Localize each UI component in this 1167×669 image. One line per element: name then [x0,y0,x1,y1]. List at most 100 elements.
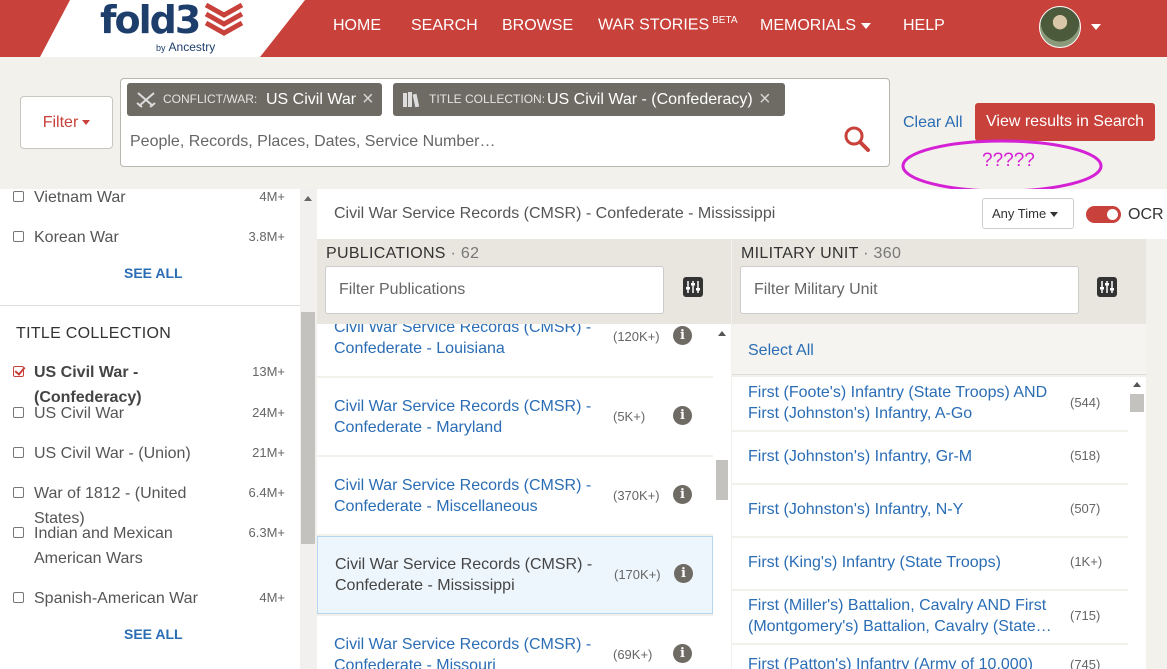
publication-link[interactable]: Civil War Service Records (CMSR) - Confe… [334,634,594,669]
filter-publications-input[interactable] [325,266,664,314]
filter-button[interactable]: Filter [20,96,113,149]
nav-war-stories[interactable]: WAR STORIES BETA [598,15,738,34]
military-unit-column-header: MILITARY UNIT · 360 [732,239,1146,324]
nav-search[interactable]: SEARCH [411,17,478,35]
unit-link[interactable]: First (Johnston's) Infantry, N-Y [748,499,1058,520]
clear-all-link[interactable]: Clear All [903,114,963,132]
sidebar-item-count: 21M+ [252,445,285,460]
ocr-toggle[interactable] [1086,206,1121,223]
unit-link[interactable]: First (Miller's) Battalion, Cavalry AND … [748,595,1058,637]
sidebar-item-label: US Civil War - (Union) [34,445,191,462]
list-item[interactable]: First (Miller's) Battalion, Cavalry AND … [732,591,1128,643]
chip-key: CONFLICT/WAR: [163,92,258,106]
nav-browse[interactable]: BROWSE [502,17,573,35]
list-item[interactable]: Civil War Service Records (CMSR) - Confe… [317,457,713,534]
sidebar-item-label: Indian and Mexican American Wars [34,525,173,567]
divider [0,305,300,306]
top-nav-bar: fold3 by Ancestry HOME SEARCH BROWSE WAR … [0,0,1167,57]
info-icon[interactable]: i [674,564,693,583]
list-item[interactable]: Civil War Service Records (CMSR) - Confe… [317,616,713,669]
info-icon[interactable]: i [673,644,692,663]
results-header: Civil War Service Records (CMSR) - Confe… [317,189,1167,239]
beta-badge: BETA [712,15,738,26]
see-all-conflicts-link[interactable]: SEE ALL [124,265,183,281]
list-item[interactable]: First (Foote's) Infantry (State Troops) … [732,377,1128,430]
books-icon [403,92,420,108]
military-unit-scrollbar[interactable] [1128,377,1146,669]
sidebar-scroll-thumb[interactable] [301,312,315,544]
select-all-row: Select All [732,324,1146,375]
select-all-link[interactable]: Select All [748,342,814,360]
logo-byline: by Ancestry [156,40,216,54]
filter-chip-conflict: CONFLICT/WAR: US Civil War × [127,83,382,116]
account-menu-chevron-icon[interactable] [1091,24,1101,30]
checkbox[interactable] [13,407,24,418]
sliders-icon[interactable] [1097,277,1117,297]
list-item[interactable]: First (Johnston's) Infantry, N-Y (507) [732,485,1128,536]
military-unit-scroll-thumb[interactable] [1130,394,1144,412]
publication-link[interactable]: Civil War Service Records (CMSR) - Confe… [334,324,594,359]
annotation-text: ????? [982,150,1035,171]
search-input[interactable] [130,130,830,154]
info-icon[interactable]: i [673,406,692,425]
nav-home[interactable]: HOME [333,17,381,35]
time-filter-dropdown[interactable]: Any Time [982,198,1074,229]
record-count: (518) [1070,448,1101,463]
filter-chip-title-collection: TITLE COLLECTION: US Civil War - (Confed… [393,83,785,116]
see-all-collections-link[interactable]: SEE ALL [124,626,183,642]
checkbox[interactable] [13,231,24,242]
unit-link[interactable]: First (Patton's) Infantry (Army of 10,00… [748,654,1058,669]
list-item[interactable]: First (Johnston's) Infantry, Gr-M (518) [732,432,1128,483]
remove-chip-close-icon[interactable]: × [362,83,374,116]
filter-military-unit-input[interactable] [740,266,1079,314]
record-count: (1K+) [1070,554,1103,569]
nav-help[interactable]: HELP [903,17,945,35]
publication-link[interactable]: Civil War Service Records (CMSR) - Confe… [335,554,595,596]
checkbox-checked[interactable] [13,366,24,377]
chevron-down-icon [1050,212,1059,218]
logo-chevrons-icon [204,2,244,36]
record-count: (507) [1070,501,1101,516]
checkbox[interactable] [13,592,24,603]
military-unit-heading: MILITARY UNIT · 360 [741,245,902,262]
info-icon[interactable]: i [673,485,692,504]
list-item-selected[interactable]: Civil War Service Records (CMSR) - Confe… [317,536,713,614]
record-count: (745) [1070,657,1101,669]
sidebar-item-count: 6.4M+ [248,485,286,500]
record-count: (170K+) [614,567,661,582]
info-icon[interactable]: i [673,326,692,345]
list-item[interactable]: First (Patton's) Infantry (Army of 10,00… [732,645,1128,669]
list-item[interactable]: Civil War Service Records (CMSR) - Confe… [317,378,713,455]
search-icon[interactable] [843,125,871,153]
sidebar-item-count: 4M+ [259,189,285,204]
scroll-up-arrow-icon[interactable] [1133,382,1141,387]
scroll-up-arrow-icon[interactable] [304,196,312,201]
filter-sidebar: Vietnam War 4M+ Korean War 3.8M+ SEE ALL… [0,189,300,669]
record-count: (715) [1070,608,1101,623]
sidebar-item-label: US Civil War [34,405,125,422]
checkbox[interactable] [13,527,24,538]
user-avatar[interactable] [1039,6,1081,48]
search-box: CONFLICT/WAR: US Civil War × TITLE COLLE… [120,78,890,167]
publication-link[interactable]: Civil War Service Records (CMSR) - Confe… [334,396,594,438]
sidebar-item-count: 13M+ [252,364,285,379]
sliders-icon[interactable] [683,277,703,297]
unit-link[interactable]: First (King's) Infantry (State Troops) [748,552,1058,573]
view-results-button[interactable]: View results in Search [975,103,1155,141]
checkbox[interactable] [13,191,24,202]
checkbox[interactable] [13,487,24,498]
record-count: (544) [1070,395,1101,410]
publication-link[interactable]: Civil War Service Records (CMSR) - Confe… [334,475,594,517]
remove-chip-close-icon[interactable]: × [759,83,771,116]
unit-link[interactable]: First (Foote's) Infantry (State Troops) … [748,382,1058,424]
crossed-swords-icon [136,92,156,108]
nav-memorials[interactable]: MEMORIALS [760,17,872,35]
list-item[interactable]: First (King's) Infantry (State Troops) (… [732,538,1128,589]
unit-link[interactable]: First (Johnston's) Infantry, Gr-M [748,446,1058,467]
checkbox[interactable] [13,447,24,458]
publications-scroll-thumb[interactable] [716,460,728,500]
record-count: (69K+) [613,647,653,662]
list-item[interactable]: Civil War Service Records (CMSR) - Confe… [317,324,713,376]
ocr-label: OCR [1128,206,1164,223]
scroll-up-arrow-icon[interactable] [718,331,726,336]
